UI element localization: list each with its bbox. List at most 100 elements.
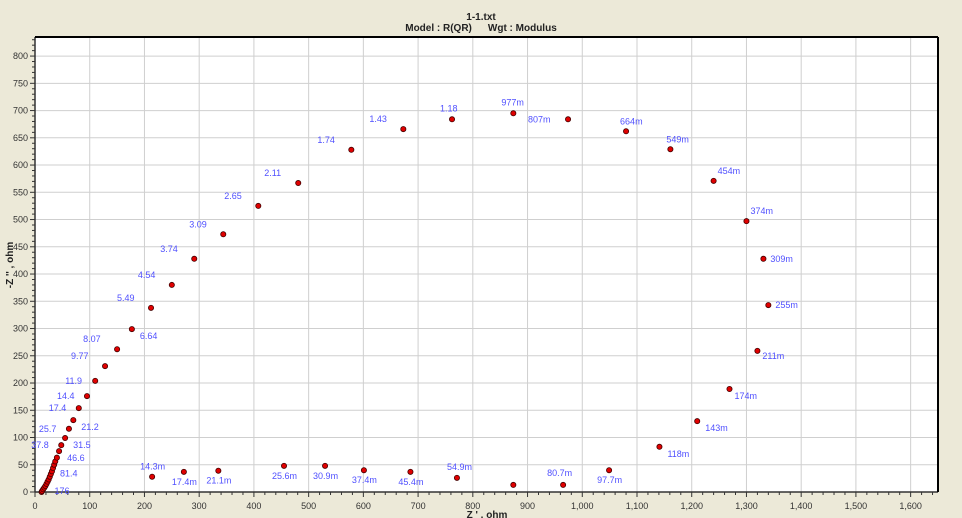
point-label: 37.8 <box>31 440 49 450</box>
x-tick-label: 1,000 <box>571 501 594 511</box>
data-point <box>220 231 227 238</box>
x-tick-label: 900 <box>520 501 535 511</box>
data-point <box>168 281 175 288</box>
point-label: 118m <box>667 449 689 459</box>
x-tick-label: 1,300 <box>735 501 758 511</box>
data-point <box>53 454 60 461</box>
point-label: 211m <box>762 351 784 361</box>
data-point <box>58 442 65 449</box>
x-tick-label: 1,500 <box>845 501 868 511</box>
point-label: 97.7m <box>597 475 622 485</box>
data-point <box>743 218 750 225</box>
point-label: 807m <box>528 114 551 124</box>
point-label: 4.54 <box>138 270 156 280</box>
point-label: 8.07 <box>83 334 101 344</box>
x-tick-label: 200 <box>137 501 152 511</box>
data-point <box>565 116 572 123</box>
x-tick-label: 300 <box>192 501 207 511</box>
point-label: 5.49 <box>117 293 135 303</box>
data-point <box>765 302 772 309</box>
point-label: 11.9 <box>65 376 82 386</box>
point-label: 549m <box>666 134 689 144</box>
data-point <box>606 467 613 474</box>
data-point <box>62 435 69 442</box>
point-label: 309m <box>770 254 793 264</box>
point-label: 1.43 <box>369 114 387 124</box>
data-point <box>623 128 630 135</box>
y-tick-label: 650 <box>13 133 28 143</box>
data-point <box>322 462 329 469</box>
data-point <box>114 346 121 353</box>
nyquist-plot: 0 100 200 300 400 500 600 700 800 900 1,000 1,100 1,… <box>5 36 939 518</box>
x-tick-label: 500 <box>301 501 316 511</box>
point-label: 3.74 <box>160 244 178 254</box>
point-label: 46.6 <box>67 453 85 463</box>
point-label: 54.9m <box>447 462 472 472</box>
data-point <box>295 180 302 187</box>
y-tick-label: 150 <box>13 405 28 415</box>
data-point <box>560 481 567 488</box>
y-tick-label: 550 <box>13 187 28 197</box>
data-point <box>510 481 517 488</box>
data-point <box>92 377 99 384</box>
point-label: 14.3m <box>140 462 165 472</box>
point-label: 30.9m <box>313 471 338 481</box>
point-label: 1.18 <box>440 103 458 113</box>
x-tick-label: 600 <box>356 501 371 511</box>
point-label: 21.2 <box>81 422 99 432</box>
y-tick-label: 500 <box>13 215 28 225</box>
data-point <box>360 467 367 474</box>
x-axis-label: Z ' , ohm <box>467 510 508 518</box>
y-tick-label: 50 <box>18 460 28 470</box>
data-point <box>667 146 674 153</box>
y-tick-label: 750 <box>13 78 28 88</box>
data-point <box>449 116 456 123</box>
point-label: 25.7 <box>39 424 57 434</box>
point-label: 374m <box>750 206 773 216</box>
data-point <box>65 425 72 432</box>
point-label: 664m <box>620 116 643 126</box>
point-label: 977m <box>501 97 524 107</box>
x-tick-label: 1,200 <box>680 501 703 511</box>
point-label: 21.1m <box>206 476 231 486</box>
y-tick-label: 800 <box>13 51 28 61</box>
data-point <box>407 468 414 475</box>
y-tick-label: 600 <box>13 160 28 170</box>
data-point <box>70 417 77 424</box>
point-label: 176 <box>54 486 69 496</box>
data-point <box>726 386 733 393</box>
data-point <box>348 146 355 153</box>
point-label: 14.4 <box>57 391 75 401</box>
point-label: 143m <box>705 423 728 433</box>
plot-area <box>35 37 938 492</box>
data-point <box>453 474 460 481</box>
data-point <box>83 393 90 400</box>
data-point <box>754 347 761 354</box>
point-label: 174m <box>734 391 757 401</box>
data-point <box>400 126 407 133</box>
data-point <box>191 255 198 262</box>
y-tick-label: 200 <box>13 378 28 388</box>
data-point <box>255 202 262 209</box>
point-label: 17.4 <box>49 403 67 413</box>
y-tick-label: 700 <box>13 106 28 116</box>
x-tick-label: 0 <box>32 501 37 511</box>
point-label: 2.11 <box>264 168 281 178</box>
point-label: 1.74 <box>317 135 335 145</box>
x-tick-label: 1,600 <box>899 501 922 511</box>
data-point <box>128 326 135 333</box>
point-label: 3.09 <box>189 219 207 229</box>
point-label: 454m <box>718 166 741 176</box>
point-label: 9.77 <box>71 351 89 361</box>
data-point <box>215 467 222 474</box>
x-tick-label: 1,100 <box>626 501 649 511</box>
point-label: 6.64 <box>140 331 158 341</box>
y-tick-label: 350 <box>13 296 28 306</box>
y-tick-label: 300 <box>13 324 28 334</box>
data-point <box>75 405 82 412</box>
data-point <box>760 255 767 262</box>
point-label: 25.6m <box>272 471 297 481</box>
point-label: 45.4m <box>398 477 423 487</box>
data-point <box>180 468 187 475</box>
data-point <box>148 304 155 311</box>
